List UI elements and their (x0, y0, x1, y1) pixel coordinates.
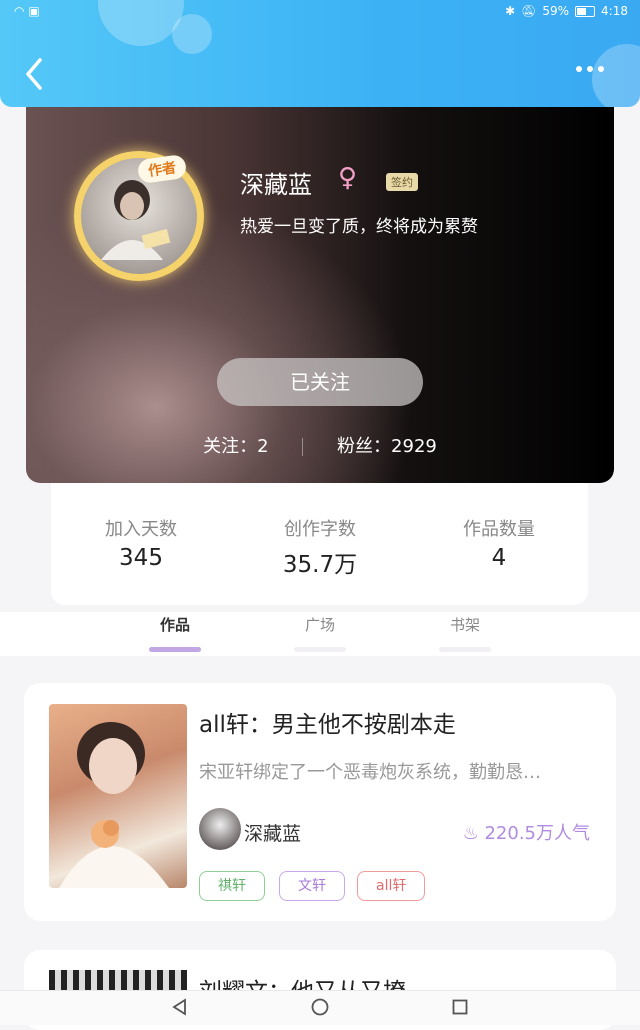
battery-percent: 59% (542, 4, 570, 18)
popularity: ♨ 220.5万人气 (463, 819, 590, 845)
stat-word-count: 创作字数 35.7万 (235, 515, 405, 579)
top-header: ◠ ▣ ✱ 🔕︎ 59% 4:18 (0, 0, 640, 107)
work-card[interactable]: all轩：男主他不按剧本走 宋亚轩绑定了一个恶毒炮灰系统，勤勤恳… 深藏蓝 ♨ … (24, 683, 616, 921)
chevron-left-icon (26, 58, 42, 90)
followers-count[interactable]: 粉丝：2929 (337, 436, 437, 457)
more-dot-icon (587, 66, 593, 72)
status-icons-right: ✱ 🔕︎ 59% 4:18 (505, 4, 628, 18)
signed-badge: 签约 (386, 173, 418, 191)
stat-value: 345 (119, 545, 163, 571)
bluetooth-icon: ✱ (505, 4, 516, 18)
username: 深藏蓝 (240, 171, 312, 199)
stat-value: 4 (491, 545, 507, 571)
female-gender-icon: ♀ (338, 163, 358, 193)
system-nav-bar (0, 990, 640, 1025)
work-description: 宋亚轩绑定了一个恶毒炮灰系统，勤勤恳… (199, 762, 541, 783)
more-options-button[interactable] (576, 66, 610, 78)
back-button[interactable] (20, 54, 52, 94)
follow-stats: 关注：2 粉丝：2929 (26, 432, 614, 458)
more-dot-icon (598, 66, 604, 72)
tab-indicator (294, 647, 346, 652)
tab-bookshelf[interactable]: 书架 (425, 614, 505, 652)
status-icons-left: ◠ ▣ (14, 4, 40, 18)
work-tag[interactable]: 文轩 (279, 871, 345, 901)
popularity-value: 220.5万人气 (484, 823, 590, 844)
content-tabs: 作品 广场 书架 (0, 612, 640, 656)
author-stats-card: 加入天数 345 创作字数 35.7万 作品数量 4 (51, 483, 588, 605)
circle-home-icon (311, 998, 329, 1016)
battery-icon (575, 5, 596, 17)
divider (302, 438, 304, 456)
tab-label: 广场 (304, 616, 335, 634)
tab-works[interactable]: 作品 (135, 614, 215, 652)
avatar (199, 808, 241, 850)
tab-label: 作品 (159, 616, 190, 634)
following-count[interactable]: 关注：2 (203, 436, 268, 457)
square-recents-icon (452, 999, 468, 1015)
stat-work-count: 作品数量 4 (414, 515, 584, 571)
stat-label: 加入天数 (105, 519, 177, 540)
work-tag[interactable]: 祺轩 (199, 871, 265, 901)
work-tag[interactable]: all轩 (357, 871, 426, 901)
stat-value: 35.7万 (282, 552, 358, 578)
more-dot-icon (576, 66, 582, 72)
mute-icon: 🔕︎ (521, 4, 537, 18)
tab-label: 书架 (449, 616, 480, 634)
clock: 4:18 (601, 4, 628, 18)
stat-label: 作品数量 (463, 519, 535, 540)
cover-illustration (59, 722, 169, 888)
stat-join-days: 加入天数 345 (56, 515, 226, 571)
decor-bubble (98, 0, 184, 46)
decor-bubble (172, 14, 212, 54)
stat-label: 创作字数 (284, 519, 356, 540)
work-title[interactable]: all轩：男主他不按剧本走 (199, 705, 456, 739)
follow-button[interactable]: 已关注 (217, 358, 423, 406)
work-cover-image[interactable] (49, 704, 187, 888)
tab-plaza[interactable]: 广场 (280, 614, 360, 652)
work-author-name: 深藏蓝 (244, 823, 302, 845)
triangle-back-icon (172, 998, 186, 1016)
notification-icon: ▣ (28, 4, 40, 18)
user-bio: 热爱一旦变了质，终将成为累赘 (240, 217, 478, 237)
tab-indicator (439, 647, 491, 652)
profile-card: 作者 深藏蓝 ♀ 签约 热爱一旦变了质，终将成为累赘 已关注 关注：2 粉丝：2… (26, 107, 614, 483)
flame-icon: ♨ (462, 823, 479, 844)
wifi-icon: ◠ (14, 4, 25, 18)
nav-home-button[interactable] (310, 997, 330, 1021)
tab-indicator (149, 647, 201, 652)
nav-back-button[interactable] (170, 997, 190, 1021)
nav-recents-button[interactable] (450, 997, 470, 1021)
